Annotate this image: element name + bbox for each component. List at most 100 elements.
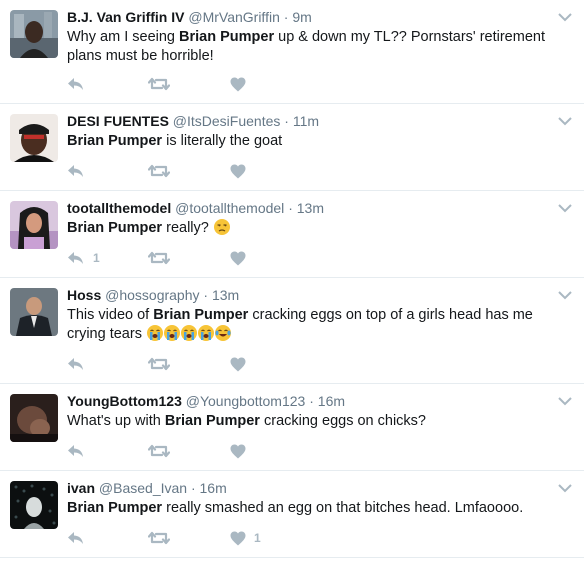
author-name[interactable]: DESI FUENTES — [67, 113, 169, 129]
reply-button[interactable]: 1 — [67, 248, 100, 268]
reply-button[interactable] — [67, 74, 93, 94]
reply-icon — [68, 165, 83, 177]
highlight-term: Brian Pumper — [179, 29, 275, 45]
retweet-icon — [148, 77, 170, 91]
separator: · — [283, 9, 289, 25]
heart-icon — [230, 444, 246, 458]
text-after: really smashed an egg on that bitches he… — [162, 500, 524, 516]
chevron-down-icon[interactable] — [558, 116, 572, 126]
tweet-timeline: B.J. Van Griffin IV @MrVanGriffin · 9m W… — [0, 0, 584, 569]
retweet-button[interactable] — [148, 528, 170, 548]
reply-button[interactable] — [67, 528, 93, 548]
text-after: really? — [162, 220, 209, 236]
retweet-button[interactable] — [148, 354, 170, 374]
reply-icon — [68, 78, 83, 90]
avatar[interactable] — [10, 10, 58, 58]
reply-icon — [68, 445, 83, 457]
like-button[interactable] — [230, 74, 254, 94]
separator: · — [284, 113, 289, 129]
tweet-text: Brian Pumper really smashed an egg on th… — [67, 499, 557, 518]
tweet-text: Brian Pumper is literally the goat — [67, 132, 557, 151]
like-button[interactable] — [230, 161, 254, 181]
retweet-button[interactable] — [148, 74, 170, 94]
highlight-term: Brian Pumper — [67, 220, 163, 236]
like-button[interactable] — [230, 441, 254, 461]
timestamp[interactable]: 16m — [318, 393, 345, 409]
avatar[interactable] — [10, 394, 58, 442]
tweet-text: This video of Brian Pumper cracking eggs… — [67, 306, 557, 344]
tweet-header: ivan @Based_Ivan · 16m — [67, 479, 554, 497]
author-name[interactable]: tootallthemodel — [67, 200, 171, 216]
tweet-header: B.J. Van Griffin IV @MrVanGriffin · 9m — [67, 8, 554, 26]
like-button[interactable] — [230, 248, 254, 268]
author-name[interactable]: YoungBottom123 — [67, 393, 182, 409]
separator: · — [288, 200, 293, 216]
author-handle[interactable]: @Youngbottom123 — [186, 393, 306, 409]
author-handle[interactable]: @hossography — [105, 287, 199, 303]
highlight-term: Brian Pumper — [153, 307, 249, 323]
tweet-text: What's up with Brian Pumper cracking egg… — [67, 412, 557, 431]
text-after: is literally the goat — [162, 133, 283, 149]
text-before: What's up with — [67, 413, 165, 429]
loudly-crying-face-icon — [163, 325, 180, 341]
timestamp[interactable]: 16m — [200, 480, 227, 496]
author-name[interactable]: Hoss — [67, 287, 101, 303]
tweet[interactable]: Hoss @hossography · 13m This video of Br… — [0, 278, 584, 384]
author-name[interactable]: B.J. Van Griffin IV — [67, 9, 184, 25]
reply-count: 1 — [93, 251, 100, 265]
chevron-down-icon[interactable] — [558, 12, 572, 22]
like-button[interactable] — [230, 354, 254, 374]
chevron-down-icon[interactable] — [558, 290, 572, 300]
unamused-face-icon — [213, 219, 230, 235]
heart-icon — [230, 164, 246, 178]
heart-icon — [230, 251, 246, 265]
tweet-text: Why am I seeing Brian Pumper up & down m… — [67, 28, 557, 66]
highlight-term: Brian Pumper — [164, 413, 260, 429]
timestamp[interactable]: 11m — [293, 113, 319, 129]
reply-button[interactable] — [67, 354, 93, 374]
avatar[interactable] — [10, 481, 58, 529]
reply-icon — [68, 252, 83, 264]
heart-icon — [230, 531, 246, 545]
retweet-button[interactable] — [148, 248, 170, 268]
heart-icon — [230, 77, 246, 91]
author-handle[interactable]: @Based_Ivan — [99, 480, 187, 496]
avatar[interactable] — [10, 114, 58, 162]
avatar[interactable] — [10, 288, 58, 336]
timestamp[interactable]: 9m — [292, 9, 311, 25]
separator: · — [190, 480, 196, 496]
author-name[interactable]: ivan — [67, 480, 95, 496]
reply-icon — [68, 358, 83, 370]
tweet[interactable]: DESI FUENTES @ItsDesiFuentes · 11m Brian… — [0, 104, 584, 191]
tweet[interactable]: B.J. Van Griffin IV @MrVanGriffin · 9m W… — [0, 0, 584, 104]
like-count: 1 — [254, 531, 261, 545]
author-handle[interactable]: @ItsDesiFuentes — [173, 113, 281, 129]
like-button[interactable]: 1 — [230, 528, 261, 548]
loudly-crying-face-icon — [180, 325, 197, 341]
author-handle[interactable]: @MrVanGriffin — [188, 9, 280, 25]
retweet-button[interactable] — [148, 441, 170, 461]
retweet-icon — [148, 531, 170, 545]
tweet-text: Brian Pumper really? — [67, 219, 557, 238]
reply-button[interactable] — [67, 161, 93, 181]
reply-button[interactable] — [67, 441, 93, 461]
retweet-button[interactable] — [148, 161, 170, 181]
chevron-down-icon[interactable] — [558, 396, 572, 406]
timestamp[interactable]: 13m — [212, 287, 239, 303]
tweet[interactable]: tootallthemodel @tootallthemodel · 13m B… — [0, 191, 584, 278]
avatar[interactable] — [10, 201, 58, 249]
chevron-down-icon[interactable] — [558, 203, 572, 213]
separator: · — [309, 393, 314, 409]
loudly-crying-face-icon — [197, 325, 214, 341]
chevron-down-icon[interactable] — [558, 483, 572, 493]
tweet-header: DESI FUENTES @ItsDesiFuentes · 11m — [67, 112, 554, 130]
author-handle[interactable]: @tootallthemodel — [175, 200, 284, 216]
tweet[interactable]: ivan @Based_Ivan · 16m Brian Pumper real… — [0, 471, 584, 558]
tweet[interactable]: YoungBottom123 @Youngbottom123 · 16m Wha… — [0, 384, 584, 471]
retweet-icon — [148, 251, 170, 265]
timestamp[interactable]: 13m — [297, 200, 324, 216]
loudly-crying-face-icon — [146, 325, 163, 341]
tears-of-joy-face-icon — [214, 325, 231, 341]
separator: · — [203, 287, 209, 303]
highlight-term: Brian Pumper — [67, 500, 163, 516]
